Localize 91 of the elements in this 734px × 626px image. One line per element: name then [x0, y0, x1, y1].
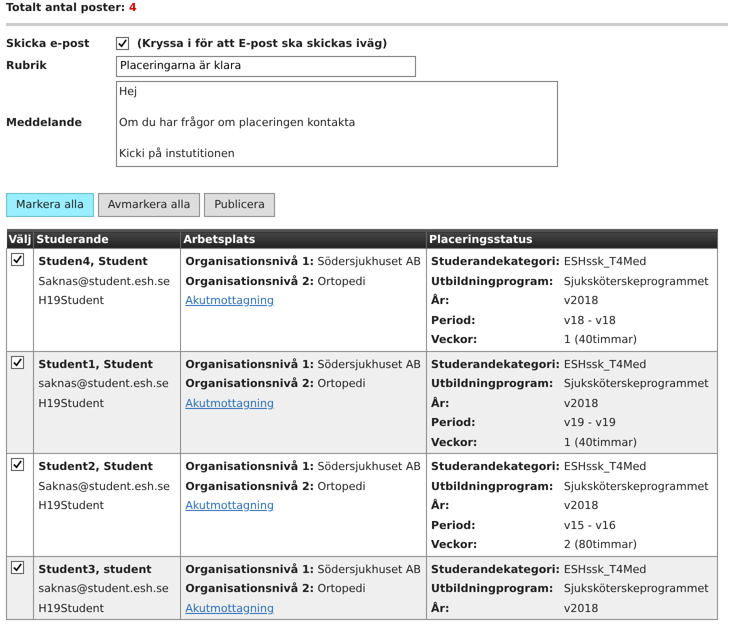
student-email: Saknas@student.esh.se	[38, 478, 171, 494]
field-value: v19 - v19	[564, 415, 617, 431]
field-label: Skicka e-post	[6, 36, 90, 52]
field-label: Organisationsnivå 2:	[185, 377, 314, 390]
action-button[interactable]: Markera alla	[6, 192, 94, 217]
field-value: 1 (40timmar)	[564, 434, 638, 450]
field-value: v15 - v16	[564, 518, 617, 534]
field-value: 2 (80timmar)	[564, 537, 638, 553]
field-label: Organisationsnivå 2:	[185, 582, 314, 595]
field-label: Organisationsnivå 2:	[185, 480, 314, 492]
student-name: Student2, Student	[38, 459, 154, 475]
unit-link[interactable]: Akutmottagning	[185, 602, 274, 614]
field-label: Studerandekategori:	[431, 254, 560, 270]
field-value: v2018	[564, 600, 600, 616]
total-label: Totalt antal poster:	[6, 1, 126, 14]
field-label: Period:	[431, 518, 477, 534]
field-label: År:	[431, 292, 450, 309]
field-label: Organisationsnivå 1:	[185, 460, 314, 473]
column-header: Välj	[6, 230, 34, 248]
student-group: H19Student	[38, 598, 176, 618]
field-label: Organisationsnivå 1:	[185, 358, 314, 370]
unit-link[interactable]: Akutmottagning	[185, 295, 274, 307]
column-header: Arbetsplats	[180, 230, 427, 248]
field-value: Ortopedi	[318, 274, 366, 288]
message-line: Kicki på instutitionen	[119, 146, 236, 162]
student-email: saknas@student.esh.se	[38, 581, 170, 597]
field-label: Studerandekategori:	[431, 356, 560, 372]
field-value: Södersjukhuset AB	[318, 460, 421, 473]
field-value: Södersjukhuset AB	[318, 562, 421, 576]
field-label: Utbildningprogram:	[431, 376, 554, 392]
total-count: 4	[129, 1, 137, 14]
student-group: H19Student	[38, 394, 176, 413]
field-value: Ortopedi	[318, 582, 366, 595]
field-label: År:	[431, 600, 450, 616]
student-email: Saknas@student.esh.se	[38, 274, 171, 290]
checkbox[interactable]	[11, 356, 24, 368]
field-value: ESHssk_T4Med	[564, 459, 648, 475]
student-email: saknas@student.esh.se	[38, 376, 170, 392]
field-label: Utbildningprogram:	[431, 274, 554, 290]
field-value: v18 - v18	[564, 312, 617, 328]
field-value: Sjuksköterskeprogrammet	[564, 274, 710, 290]
student-group: H19Student	[38, 291, 176, 310]
field-label: Veckor:	[431, 434, 478, 450]
field-value: v2018	[564, 498, 600, 514]
field-label: Studerandekategori:	[431, 459, 560, 475]
field-label: Utbildningprogram:	[431, 581, 554, 597]
column-header: Studerande	[34, 230, 181, 248]
action-button[interactable]: Publicera	[204, 192, 275, 217]
message-line: Hej	[119, 84, 138, 100]
field-label: Period:	[431, 312, 477, 328]
unit-link[interactable]: Akutmottagning	[185, 500, 274, 512]
field-value: Sjuksköterskeprogrammet	[564, 581, 710, 597]
field-label: Veckor:	[431, 332, 478, 348]
field-label: Period:	[431, 415, 477, 431]
field-label: Studerandekategori:	[431, 562, 560, 578]
student-group: H19Student	[38, 496, 176, 516]
student-name: Student3, student	[38, 562, 153, 578]
action-button[interactable]: Avmarkera alla	[98, 192, 200, 217]
checkbox[interactable]	[11, 253, 24, 266]
field-label: Meddelande	[6, 115, 83, 132]
field-label: Rubrik	[6, 58, 48, 74]
checkbox[interactable]	[116, 37, 129, 50]
field-value: Sjuksköterskeprogrammet	[564, 478, 710, 494]
field-value: v2018	[564, 293, 600, 309]
field-label: Organisationsnivå 1:	[185, 562, 314, 576]
field-value: Ortopedi	[318, 377, 366, 390]
field-value: v2018	[564, 396, 600, 412]
field-label: År:	[431, 498, 450, 514]
message-field[interactable]: Hej Om du har frågor om placeringen kontakta Kicki på instutitionen	[116, 80, 558, 166]
student-name: Studen4, Student	[38, 254, 149, 270]
checkbox[interactable]	[11, 458, 24, 471]
field-value: Södersjukhuset AB	[318, 358, 421, 370]
field-value: ESHssk_T4Med	[564, 562, 648, 578]
field-label: Organisationsnivå 2:	[185, 274, 314, 288]
student-name: Student1, Student	[38, 356, 154, 372]
field-value: Södersjukhuset AB	[318, 255, 421, 268]
unit-link[interactable]: Akutmottagning	[185, 398, 274, 410]
checkbox[interactable]	[11, 560, 24, 574]
column-header: Placeringsstatus	[426, 230, 718, 248]
field-label: Organisationsnivå 1:	[185, 255, 314, 268]
field-value: 1 (40timmar)	[564, 332, 638, 348]
field-value: Ortopedi	[318, 480, 366, 492]
message-line: Om du har frågor om placeringen kontakta	[119, 114, 356, 130]
field-value: Sjuksköterskeprogrammet	[564, 376, 710, 392]
field-value: ESHssk_T4Med	[564, 254, 648, 270]
subject-field[interactable]: Placeringarna är klara	[116, 56, 416, 76]
field-label: År:	[431, 396, 450, 412]
field-label: Utbildningprogram:	[431, 478, 554, 494]
field-value: ESHssk_T4Med	[564, 356, 648, 373]
hint-text: (Kryssa i för att E-post ska skickas iväg)	[137, 36, 388, 52]
field-label: Veckor:	[431, 537, 478, 553]
